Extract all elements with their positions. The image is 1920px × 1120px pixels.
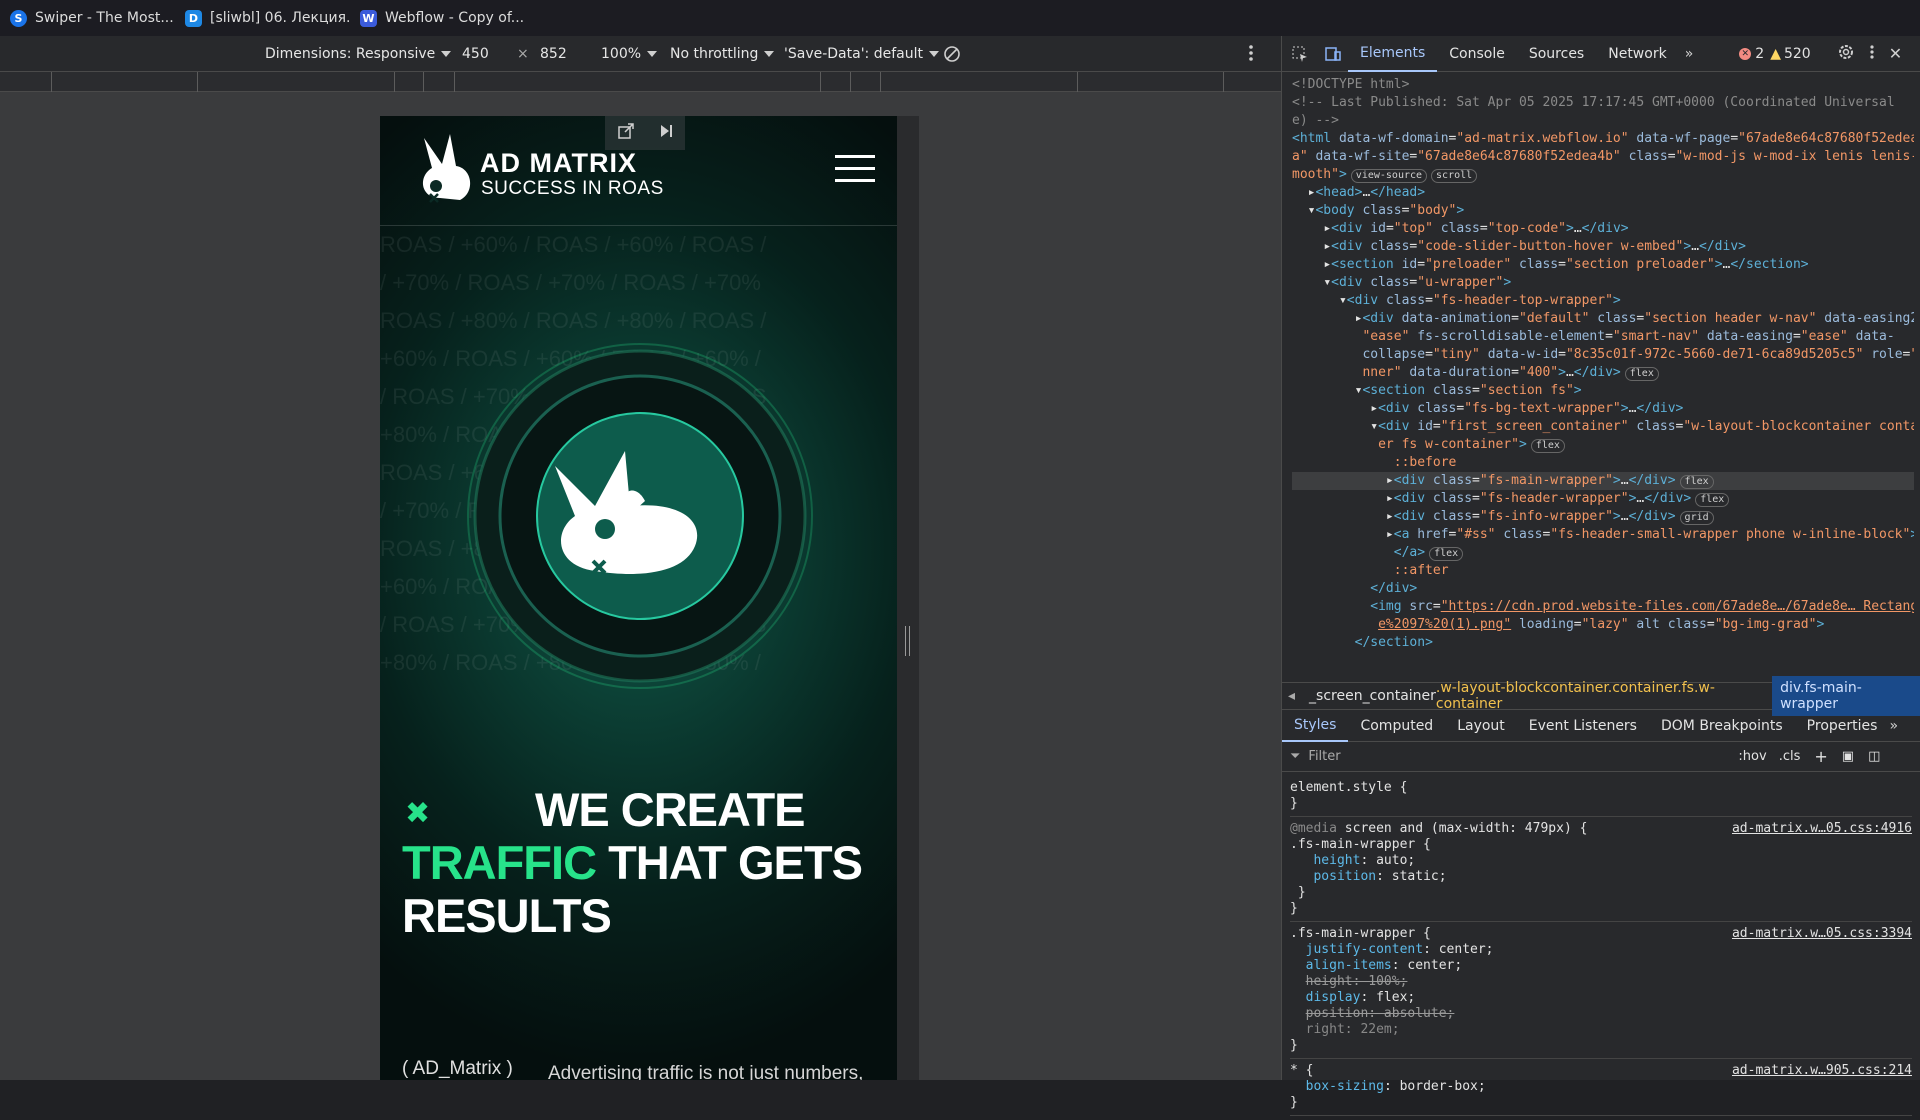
viewport-resize-handle[interactable] <box>897 116 919 1080</box>
cls-toggle[interactable]: .cls <box>1779 749 1801 764</box>
chevron-down-icon <box>928 50 939 57</box>
browser-tab-lecture[interactable]: D [sliwbl] 06. Лекция... <box>175 0 350 36</box>
bg-text-line: ROAS / +80% / ROAS / +80% / ROAS / <box>380 308 767 333</box>
element-breadcrumb: ◂ _screen_container .w-layout-blockconta… <box>1282 676 1920 716</box>
hero-tagline: ( AD_Matrix ) <box>402 1058 513 1079</box>
error-count-value: 2 <box>1755 45 1765 62</box>
styles-filter-bar: ⏷ Filter :hov .cls + ▣ ◫ <box>1282 742 1920 772</box>
brand-title: AD MATRIX <box>480 148 637 178</box>
document-icon: D <box>185 9 202 27</box>
add-rule-icon[interactable]: + <box>1814 747 1827 766</box>
tab-title: Webflow - Copy of... <box>385 10 525 26</box>
hero-description: Advertising traffic is not just numbers,… <box>548 1063 864 1080</box>
breadcrumb-item[interactable]: _screen_container <box>1301 688 1436 704</box>
breadcrumb-item-class[interactable]: .w-layout-blockcontainer.container.fs.w-… <box>1436 680 1762 712</box>
tab-properties[interactable]: Properties <box>1795 710 1890 742</box>
tab-sources[interactable]: Sources <box>1517 36 1596 72</box>
browser-tab-swiper[interactable]: S Swiper - The Most... <box>0 0 175 36</box>
settings-gear-icon[interactable] <box>1837 43 1855 65</box>
more-options-icon[interactable] <box>1248 44 1254 66</box>
swiper-icon: S <box>10 9 27 27</box>
chevron-down-icon <box>441 50 452 57</box>
browser-tab-strip: S Swiper - The Most... D [sliwbl] 06. Ле… <box>0 0 1920 36</box>
dimensions-label: Dimensions: Responsive <box>265 45 436 62</box>
devtools-menu-icon[interactable] <box>1869 44 1875 64</box>
device-toggle-icon[interactable] <box>1318 45 1348 63</box>
save-data-dropdown[interactable]: 'Save-Data': default <box>784 46 939 62</box>
headline-line-1: WE CREATE <box>535 783 806 836</box>
close-icon[interactable]: ✕ <box>1889 44 1902 63</box>
headline-highlight: TRAFFIC <box>402 836 597 889</box>
times-sign: × <box>517 45 529 62</box>
tab-styles[interactable]: Styles <box>1282 710 1349 742</box>
tab-console[interactable]: Console <box>1437 36 1517 72</box>
bg-text-line: ROAS / +60% / ROAS / +60% / ROAS / <box>380 232 767 257</box>
tab-layout[interactable]: Layout <box>1445 710 1517 742</box>
browser-tab-webflow[interactable]: W Webflow - Copy of... <box>350 0 525 36</box>
tab-elements[interactable]: Elements <box>1348 36 1438 72</box>
dom-tree[interactable]: <!DOCTYPE html> <!-- Last Published: Sat… <box>1282 72 1920 682</box>
warning-count[interactable]: ▲ 520 <box>1770 46 1811 62</box>
error-count[interactable]: ✕ 2 <box>1739 46 1764 62</box>
save-data-label: 'Save-Data': default <box>784 45 923 62</box>
more-tabs-icon[interactable]: » <box>1679 46 1700 62</box>
filter-input[interactable]: Filter <box>1308 749 1738 764</box>
media-query-ruler[interactable] <box>0 72 1281 92</box>
mobile-viewport: ROAS / +60% / ROAS / +60% / ROAS / / +70%… <box>380 116 897 1080</box>
throttling-dropdown[interactable]: No throttling <box>670 45 775 62</box>
bg-text-line: / +70% / ROAS / +70% / ROAS / +70% <box>380 270 761 295</box>
device-toolbar: Dimensions: Responsive 450 × 852 100% No… <box>0 36 1281 72</box>
warning-count-value: 520 <box>1783 45 1811 62</box>
hero-rabbit-emblem <box>467 343 813 689</box>
warning-icon: ▲ <box>1770 45 1781 62</box>
devtools-tab-bar: Elements Console Sources Network » ✕ 2 ▲… <box>1282 36 1920 72</box>
tab-dom-breakpoints[interactable]: DOM Breakpoints <box>1649 710 1795 742</box>
chevron-down-icon <box>764 50 775 57</box>
hamburger-menu-icon[interactable] <box>835 155 875 183</box>
tab-network[interactable]: Network <box>1596 36 1678 72</box>
tab-title: Swiper - The Most... <box>35 10 174 26</box>
chevron-down-icon <box>647 50 658 57</box>
more-tabs-icon[interactable]: » <box>1889 718 1898 734</box>
paint-icon[interactable]: ▣ <box>1842 749 1854 764</box>
zoom-label: 100% <box>601 45 642 62</box>
styles-tab-bar: Styles Computed Layout Event Listeners D… <box>1282 710 1920 742</box>
devtools-overlay-toolbar <box>605 116 685 150</box>
inspect-element-icon[interactable] <box>1282 45 1318 63</box>
devtools-panel: Elements Console Sources Network » ✕ 2 ▲… <box>1281 36 1920 1116</box>
styles-pane: element.style {} @media screen and (max-… <box>1282 772 1920 1120</box>
filter-icon: ⏷ <box>1290 749 1301 764</box>
chevron-left-icon[interactable]: ◂ <box>1282 688 1301 704</box>
headline-line-2: THAT GETS <box>596 836 863 889</box>
sidebar-toggle-icon[interactable]: ◫ <box>1868 749 1880 764</box>
headline-line-3: RESULTS <box>402 889 612 942</box>
page-viewport-area: Dimensions: Responsive 450 × 852 100% No… <box>0 36 1281 1080</box>
width-input[interactable]: 450 <box>462 46 489 62</box>
zoom-dropdown[interactable]: 100% <box>601 45 658 62</box>
hero-headline: WE CREATE TRAFFIC THAT GETS RESULTS <box>402 783 892 942</box>
webflow-icon: W <box>360 9 377 27</box>
height-input[interactable]: 852 <box>540 46 567 62</box>
throttling-label: No throttling <box>670 45 759 62</box>
rabbit-logo-icon[interactable] <box>410 128 490 218</box>
brand-subtitle: SUCCESS IN ROAS <box>481 178 664 199</box>
dimensions-dropdown[interactable]: Dimensions: Responsive <box>265 45 452 62</box>
resume-icon[interactable] <box>658 123 674 143</box>
tab-event-listeners[interactable]: Event Listeners <box>1517 710 1649 742</box>
tab-title: [sliwbl] 06. Лекция... <box>210 10 350 26</box>
site-header: AD MATRIX SUCCESS IN ROAS <box>380 116 897 226</box>
tab-computed[interactable]: Computed <box>1348 710 1445 742</box>
hov-toggle[interactable]: :hov <box>1738 749 1766 764</box>
external-link-icon[interactable] <box>617 122 635 144</box>
rotate-icon[interactable] <box>942 44 962 68</box>
error-icon: ✕ <box>1739 47 1752 60</box>
